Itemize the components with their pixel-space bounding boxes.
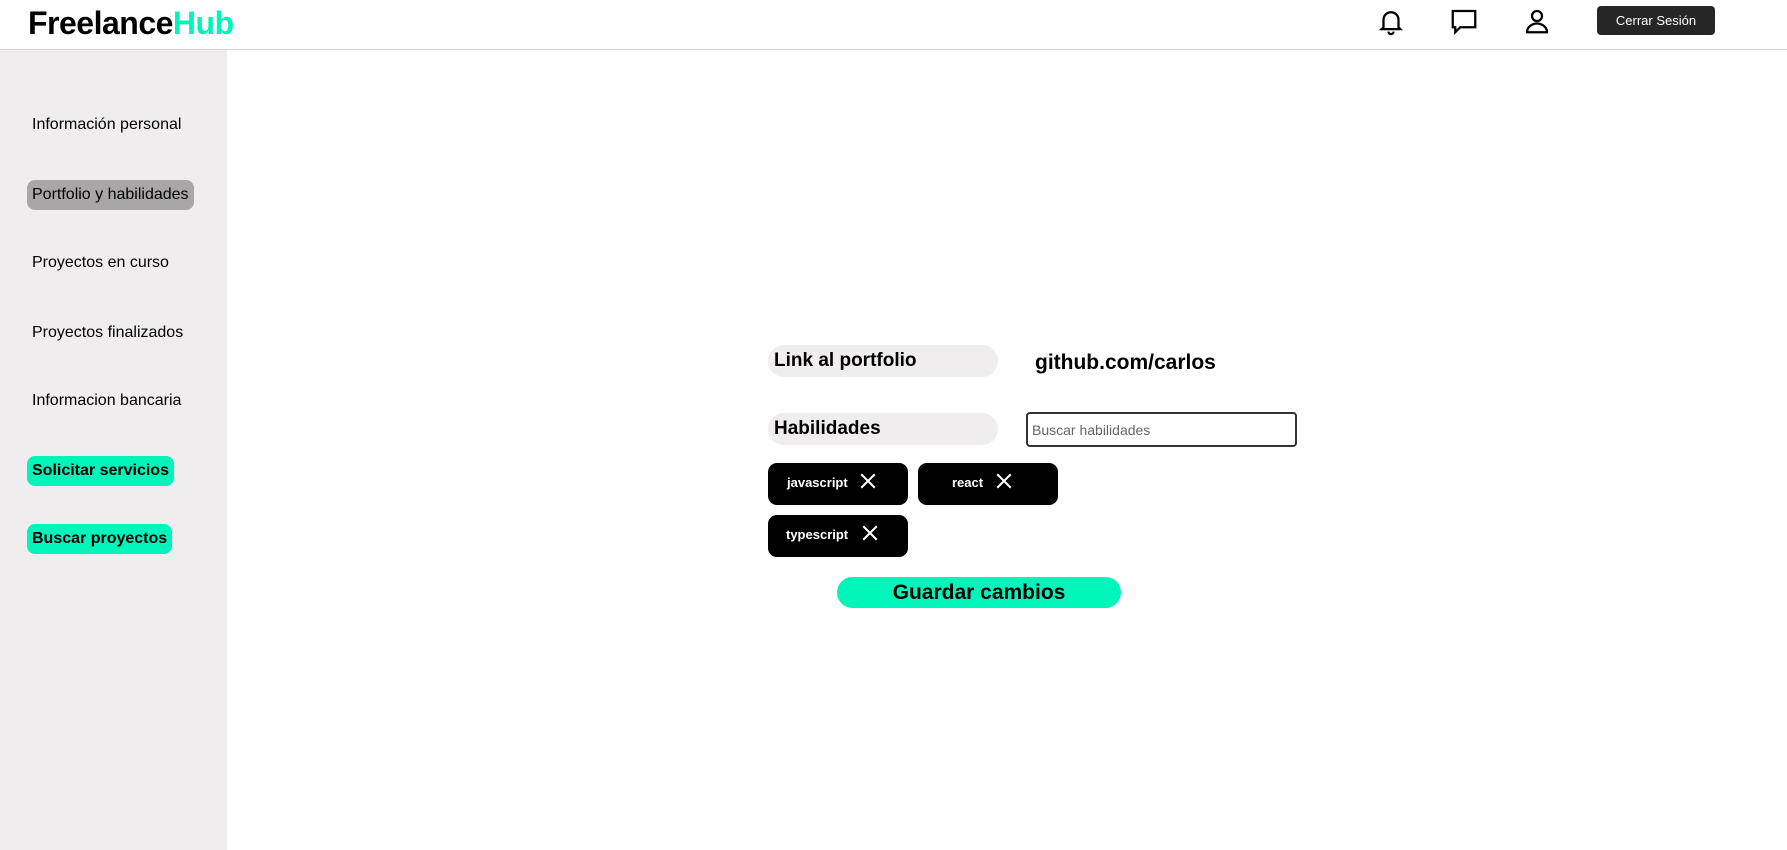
sidebar-item-portfolio-skills[interactable]: Portfolio y habilidades bbox=[27, 180, 194, 210]
sidebar-item-projects-finished[interactable]: Proyectos finalizados bbox=[27, 318, 188, 348]
skill-chip-label: javascript bbox=[787, 475, 848, 490]
skill-chip: react bbox=[918, 463, 1058, 505]
close-icon[interactable] bbox=[859, 472, 877, 490]
top-header: FreelanceHub Cerrar Sesión bbox=[0, 0, 1787, 50]
logo[interactable]: FreelanceHub bbox=[28, 5, 234, 42]
user-icon[interactable] bbox=[1522, 6, 1552, 36]
logo-accent-text: Hub bbox=[172, 5, 234, 41]
chat-icon[interactable] bbox=[1449, 6, 1479, 36]
request-services-button[interactable]: Solicitar servicios bbox=[27, 456, 174, 486]
save-changes-button[interactable]: Guardar cambios bbox=[837, 577, 1121, 608]
skill-chip-label: react bbox=[952, 475, 984, 490]
logout-button[interactable]: Cerrar Sesión bbox=[1597, 6, 1715, 35]
logo-text: Freelance bbox=[28, 5, 173, 41]
sidebar-item-projects-in-progress[interactable]: Proyectos en curso bbox=[27, 248, 174, 278]
skills-search-input[interactable] bbox=[1026, 412, 1297, 447]
portfolio-link-value: github.com/carlos bbox=[1035, 351, 1216, 374]
portfolio-link-label: Link al portfolio bbox=[768, 345, 998, 377]
skill-chip-label: typescript bbox=[786, 527, 849, 542]
sidebar: Información personal Portfolio y habilid… bbox=[0, 50, 227, 850]
skill-chip: javascript bbox=[768, 463, 908, 505]
close-icon[interactable] bbox=[861, 524, 879, 542]
skill-chip: typescript bbox=[768, 515, 908, 557]
sidebar-item-bank-info[interactable]: Informacion bancaria bbox=[27, 386, 186, 416]
skills-label: Habilidades bbox=[768, 413, 998, 445]
close-icon[interactable] bbox=[995, 472, 1013, 490]
search-projects-button[interactable]: Buscar proyectos bbox=[27, 524, 173, 554]
bell-icon[interactable] bbox=[1376, 6, 1406, 36]
sidebar-item-personal-info[interactable]: Información personal bbox=[27, 110, 186, 140]
